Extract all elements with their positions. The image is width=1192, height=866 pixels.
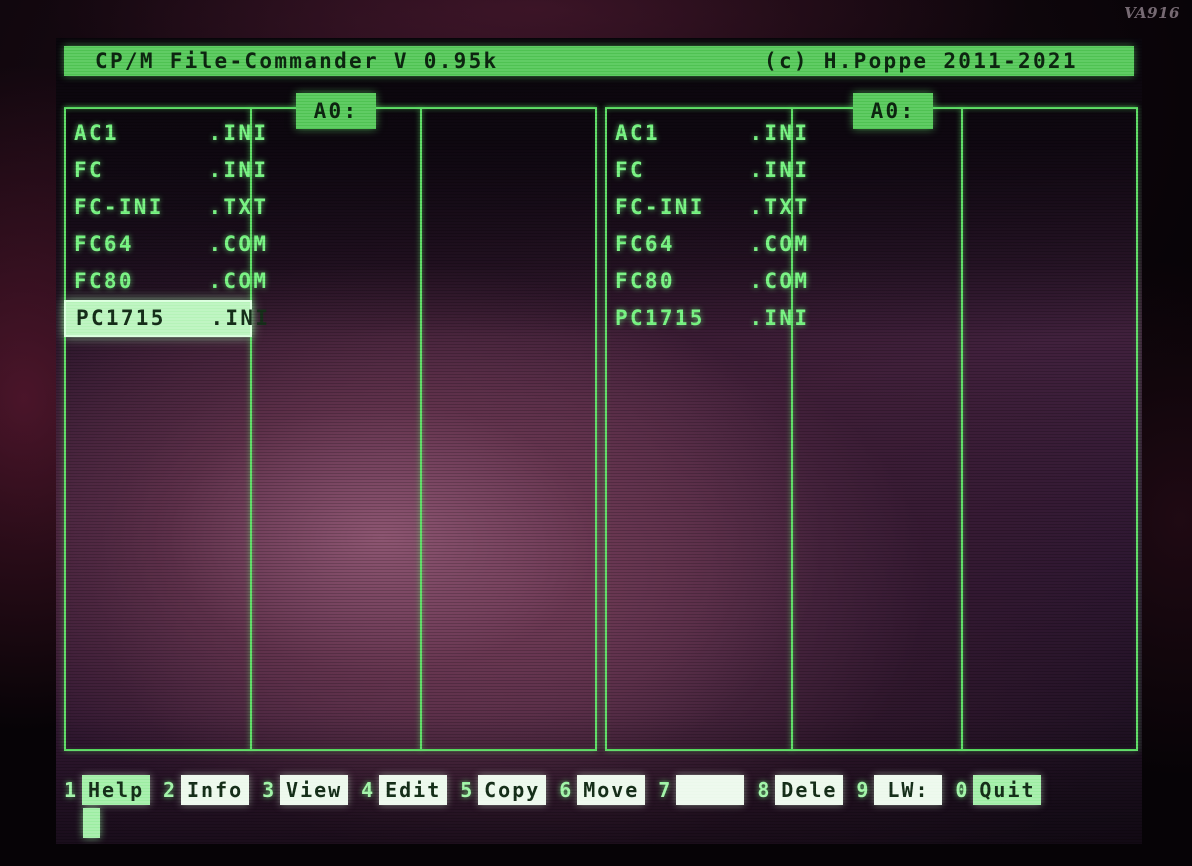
panel-left-top-border-stub-right [376,107,597,109]
function-key-6-number: 6 [559,778,572,802]
panel-left-middle-column[interactable] [250,107,422,751]
list-item-selected[interactable]: PC1715 .INI [64,300,268,337]
copyright-text: (c) H.Poppe 2011-2021 [764,49,1078,73]
list-item[interactable]: FC64 .COM [609,226,807,263]
watermark-label: VA916 [1124,4,1180,22]
list-item[interactable]: FC64 .COM [68,226,266,263]
function-key-9[interactable]: 9 LW: [856,775,943,805]
function-key-7-label[interactable] [676,775,745,805]
function-key-9-label[interactable]: LW: [874,775,943,805]
panel-right-middle-column[interactable] [791,107,963,751]
function-key-7[interactable]: 7 [658,775,745,805]
function-key-5-number: 5 [460,778,473,802]
app-title: CP/M File-Commander V 0.95k [95,49,499,73]
function-key-4-number: 4 [361,778,374,802]
list-item[interactable]: FC-INI .TXT [68,189,266,226]
list-item[interactable]: FC .INI [68,152,266,189]
panel-left-top-border-stub [64,107,296,109]
function-key-3[interactable]: 3 View [262,775,349,805]
file-list-right[interactable]: AC1 .INI FC .INI FC-INI .TXT FC64 .COM F… [609,115,807,337]
function-key-5-label[interactable]: Copy [478,775,547,805]
drive-label-left[interactable]: A0: [296,93,376,129]
list-item[interactable]: PC1715 .INI [609,300,807,337]
list-item[interactable]: FC80 .COM [609,263,807,300]
function-key-8-number: 8 [757,778,770,802]
function-key-4[interactable]: 4 Edit [361,775,448,805]
function-key-bar: 1 Help 2 Info 3 View 4 Edit 5 Copy 6 Mov… [64,768,1136,812]
function-key-6-label[interactable]: Move [577,775,646,805]
list-item[interactable]: FC .INI [609,152,807,189]
terminal-content: CP/M File-Commander V 0.95k (c) H.Poppe … [56,38,1142,844]
panel-left-right-column[interactable] [420,107,597,751]
function-key-4-label[interactable]: Edit [379,775,448,805]
function-key-2-label[interactable]: Info [181,775,250,805]
function-key-1-label[interactable]: Help [82,775,151,805]
function-key-3-number: 3 [262,778,275,802]
function-key-3-label[interactable]: View [280,775,349,805]
function-key-1-number: 1 [64,778,77,802]
function-key-7-number: 7 [658,778,671,802]
function-key-1[interactable]: 1 Help [64,775,151,805]
panel-right-right-column[interactable] [961,107,1138,751]
list-item[interactable]: AC1 .INI [68,115,266,152]
text-cursor-block [83,808,100,838]
panel-right-file-column[interactable]: AC1 .INI FC .INI FC-INI .TXT FC64 .COM F… [605,107,807,751]
list-item[interactable]: AC1 .INI [609,115,807,152]
panel-right-frame: AC1 .INI FC .INI FC-INI .TXT FC64 .COM F… [605,107,1138,751]
crt-photo: VA916 CP/M File-Commander V 0.95k (c) H.… [0,0,1192,866]
function-key-0-number: 0 [955,778,968,802]
function-key-5[interactable]: 5 Copy [460,775,547,805]
list-item[interactable]: FC80 .COM [68,263,266,300]
file-panel-left[interactable]: A0: AC1 .INI FC .INI FC-INI .TXT FC64 .C… [64,93,597,751]
file-panel-right[interactable]: A0: AC1 .INI FC .INI FC-INI .TXT FC64 .C… [605,93,1138,751]
function-key-0[interactable]: 0 Quit [955,775,1042,805]
panel-right-top-border-stub-right [933,107,1138,109]
panel-right-top-border-stub [605,107,853,109]
function-key-8[interactable]: 8 Dele [757,775,844,805]
drive-label-right[interactable]: A0: [853,93,933,129]
function-key-2-number: 2 [163,778,176,802]
function-key-8-label[interactable]: Dele [775,775,844,805]
file-list-left[interactable]: AC1 .INI FC .INI FC-INI .TXT FC64 .COM F… [64,115,268,337]
title-bar: CP/M File-Commander V 0.95k (c) H.Poppe … [64,46,1134,76]
function-key-0-label[interactable]: Quit [973,775,1042,805]
crt-screen: CP/M File-Commander V 0.95k (c) H.Poppe … [56,38,1142,844]
list-item[interactable]: FC-INI .TXT [609,189,807,226]
function-key-6[interactable]: 6 Move [559,775,646,805]
panel-left-frame: AC1 .INI FC .INI FC-INI .TXT FC64 .COM F… [64,107,597,751]
panel-left-file-column[interactable]: AC1 .INI FC .INI FC-INI .TXT FC64 .COM F… [64,107,268,751]
function-key-2[interactable]: 2 Info [163,775,250,805]
function-key-9-number: 9 [856,778,869,802]
